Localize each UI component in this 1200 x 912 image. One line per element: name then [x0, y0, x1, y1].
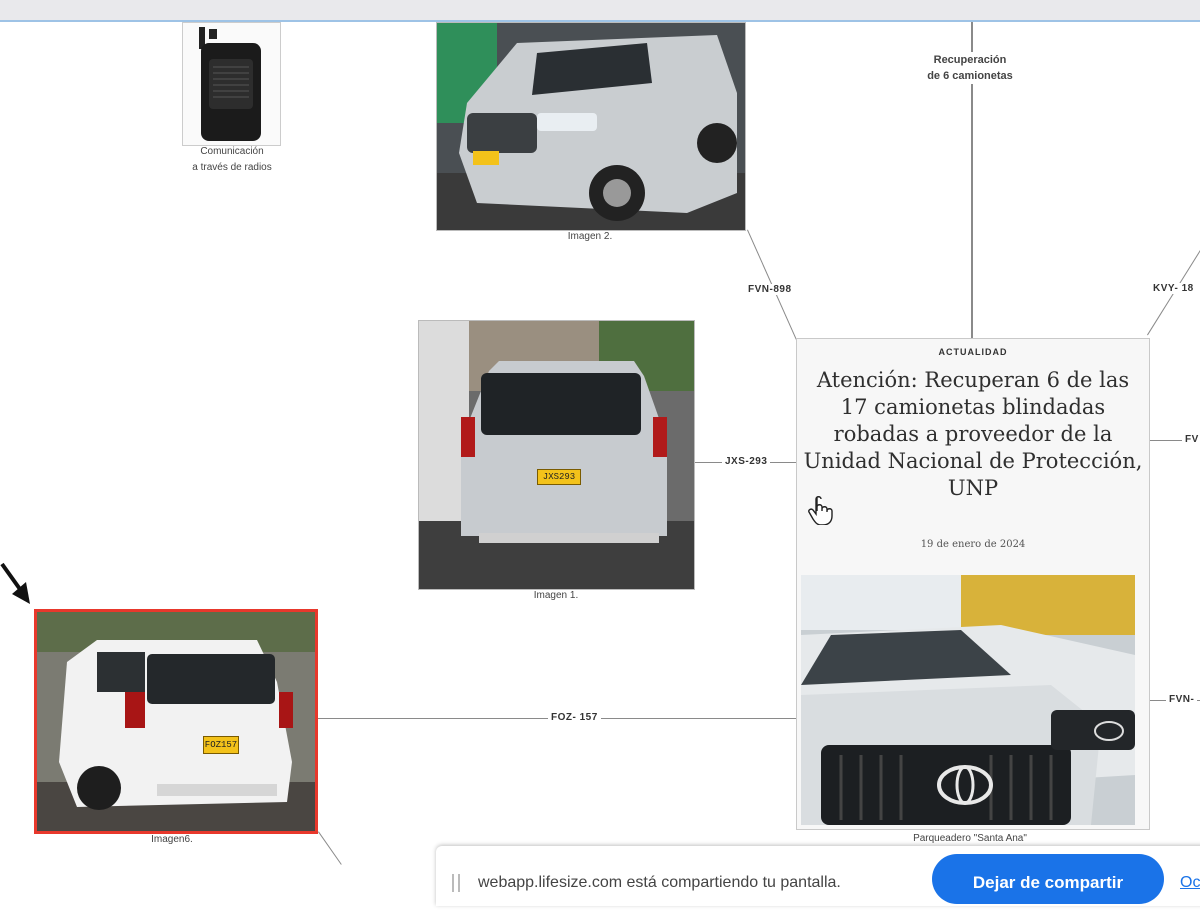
toyota-suvs-front-illustration	[801, 575, 1135, 825]
news-article-card[interactable]: ACTUALIDAD Atención: Recuperan 6 de las …	[796, 338, 1150, 830]
hand-cursor-icon	[808, 496, 833, 525]
silver-suv-front-illustration	[437, 23, 745, 230]
article-date: 19 de enero de 2024	[920, 539, 1026, 550]
image-1-caption: Imagen 1.	[533, 590, 579, 601]
radio-image	[182, 22, 281, 146]
recovery-label-line1: Recuperación	[933, 54, 1007, 66]
stop-sharing-button[interactable]: Dejar de compartir	[932, 854, 1164, 904]
article-photo	[801, 575, 1135, 825]
image-1-photo: JXS293	[418, 320, 695, 590]
image-2-caption: Imagen 2.	[567, 231, 613, 242]
edge-label-jxs293: JXS-293	[722, 456, 771, 467]
plate-image-1: JXS293	[537, 469, 581, 485]
edge-label-fvn898: FVN-898	[745, 284, 795, 295]
edge-label-foz157: FOZ- 157	[548, 712, 601, 723]
recovery-label: Recuperación de 6 camionetas	[900, 52, 1040, 84]
radio-caption-line2: a través de radios	[192, 162, 272, 173]
image-6-caption: Imagen6.	[151, 834, 193, 845]
silver-suv-rear-illustration	[419, 321, 694, 589]
hide-link[interactable]: Oc	[1180, 874, 1200, 892]
recovery-label-line2: de 6 camionetas	[927, 70, 1013, 82]
edge-label-fv-right: FV	[1182, 434, 1200, 445]
browser-top-bar	[0, 0, 1200, 22]
pointer-arrow-icon	[0, 562, 30, 604]
screen-share-message: webapp.lifesize.com está compartiendo tu…	[478, 874, 841, 891]
parking-caption: Parqueadero "Santa Ana"	[913, 833, 1027, 844]
image-6-photo: FOZ157	[34, 609, 318, 834]
screen-share-bar: webapp.lifesize.com está compartiendo tu…	[436, 846, 1200, 906]
image-2-photo	[436, 22, 746, 231]
edge-label-fvn-right: FVN-	[1166, 694, 1198, 705]
article-kicker: ACTUALIDAD	[938, 347, 1008, 357]
radio-caption: Comunicación a través de radios	[170, 144, 294, 176]
radio-caption-line1: Comunicación	[200, 146, 264, 157]
plate-image-6: FOZ157	[203, 736, 239, 754]
drag-handle-icon[interactable]	[452, 874, 460, 892]
walkie-talkie-icon	[199, 27, 261, 141]
white-suv-rear-illustration	[37, 612, 315, 831]
edge-label-kvy: KVY- 18	[1150, 283, 1197, 294]
article-headline: Atención: Recuperan 6 de las 17 camionet…	[803, 368, 1143, 500]
